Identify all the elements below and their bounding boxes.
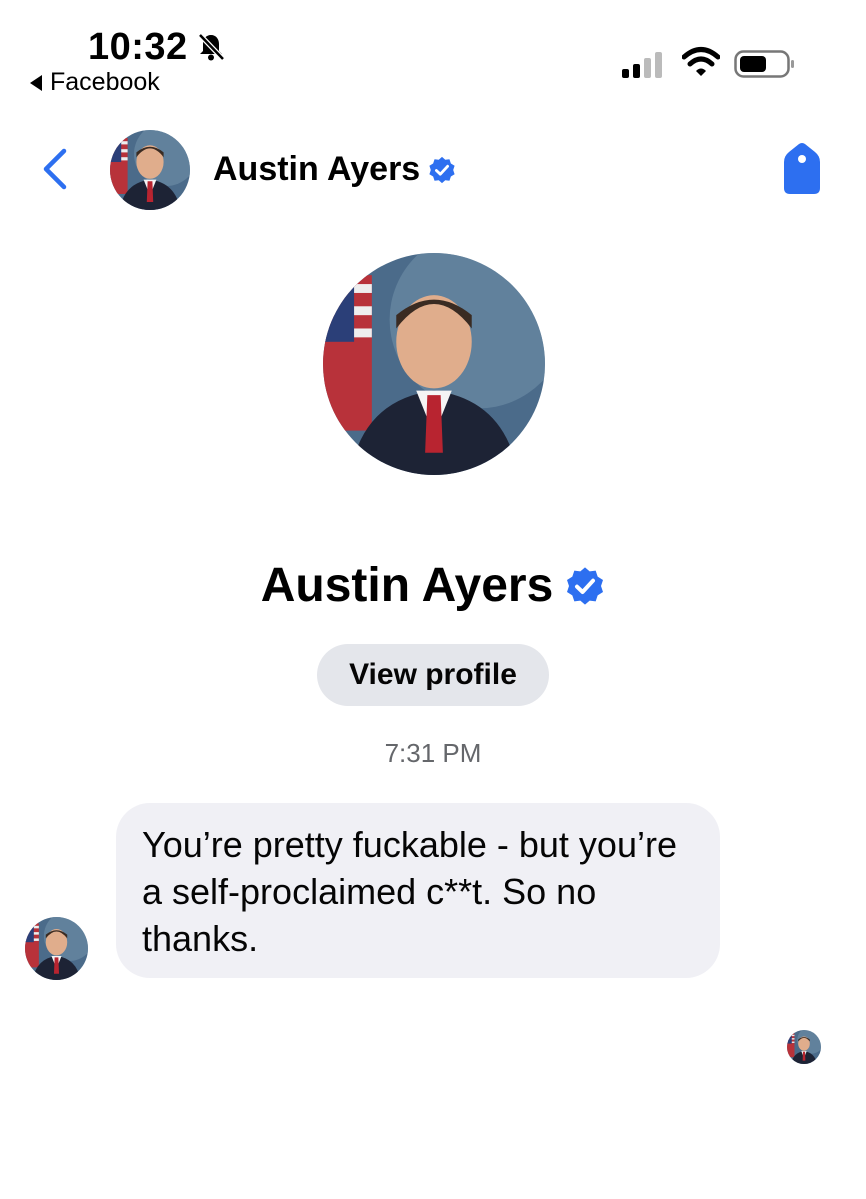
back-app-label: Facebook (50, 68, 160, 96)
back-triangle-icon (30, 74, 42, 91)
wifi-icon (682, 47, 720, 76)
message-bubble[interactable]: You’re pretty fuckable - but you’re a se… (116, 803, 720, 978)
verified-badge-icon (429, 156, 455, 183)
profile-name: Austin Ayers (0, 558, 866, 613)
battery-icon (734, 50, 794, 78)
profile-avatar[interactable] (323, 253, 545, 475)
header-name-text: Austin Ayers (213, 150, 421, 188)
status-time: 10:32 (88, 26, 188, 68)
view-profile-button[interactable]: View profile (317, 644, 549, 706)
tag-icon[interactable] (780, 142, 824, 196)
signal-icon (622, 52, 662, 78)
bell-muted-icon (198, 33, 225, 61)
profile-name-text: Austin Ayers (260, 559, 554, 612)
message-timestamp: 7:31 PM (384, 738, 482, 768)
verified-badge-icon (567, 566, 604, 605)
back-chevron-icon[interactable] (40, 148, 70, 190)
read-receipt-avatar (787, 1030, 821, 1064)
header-contact-name[interactable]: Austin Ayers (213, 150, 456, 189)
header-avatar[interactable] (110, 130, 190, 210)
sender-avatar[interactable] (25, 917, 88, 980)
back-to-app-link[interactable]: Facebook (30, 68, 160, 97)
